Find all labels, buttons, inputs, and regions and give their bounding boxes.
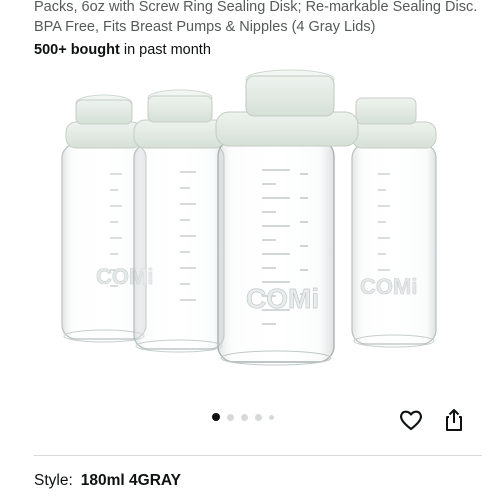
style-label: Style: bbox=[34, 472, 73, 489]
carousel-dot[interactable] bbox=[212, 413, 220, 421]
bought-count-value: 500+ bought bbox=[34, 42, 120, 58]
image-carousel-dots[interactable] bbox=[212, 413, 274, 421]
bottle-front: COMi bbox=[215, 69, 359, 366]
svg-text:COMi: COMi bbox=[246, 283, 319, 314]
heart-icon[interactable] bbox=[397, 406, 425, 434]
product-image[interactable]: COMi COMi COMi bbox=[0, 62, 500, 402]
svg-text:COMi: COMi bbox=[360, 274, 417, 299]
carousel-dot[interactable] bbox=[227, 413, 234, 421]
share-icon[interactable] bbox=[440, 406, 468, 434]
bought-count-suffix: in past month bbox=[119, 42, 211, 58]
bought-count: 500+ bought in past month bbox=[34, 40, 211, 60]
product-title: Packs, 6oz with Screw Ring Sealing Disk;… bbox=[34, 0, 478, 35]
carousel-dot[interactable] bbox=[255, 413, 262, 421]
carousel-dot[interactable] bbox=[269, 414, 274, 420]
divider bbox=[34, 455, 482, 456]
bottle-middle bbox=[133, 89, 227, 353]
carousel-dot[interactable] bbox=[241, 413, 248, 421]
style-value: 180ml 4GRAY bbox=[80, 472, 182, 489]
style-selector[interactable]: Style: 180ml 4GRAY bbox=[34, 471, 181, 491]
bottle-back-right: COMi bbox=[351, 97, 437, 348]
